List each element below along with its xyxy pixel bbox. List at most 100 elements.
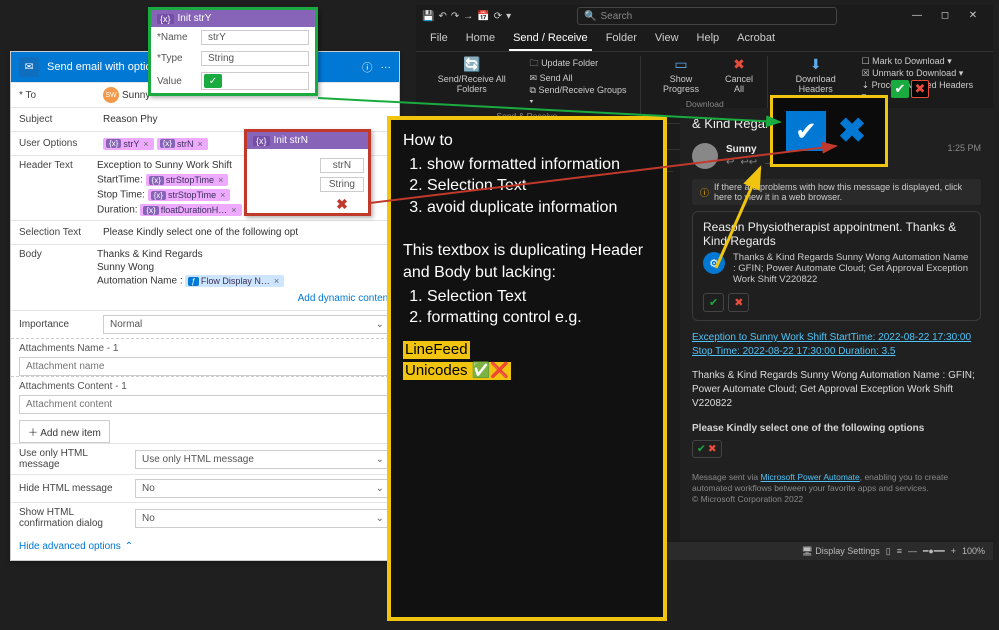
- view-normal-icon[interactable]: ▯: [886, 546, 891, 557]
- info-icon: ⓘ: [700, 186, 709, 199]
- quick-access-toolbar[interactable]: 💾 ↶ ↷ → 📅 ⟳ ▾: [422, 11, 511, 22]
- x-icon: ✖: [320, 196, 364, 213]
- header-text-label: Header Text: [19, 160, 97, 216]
- dropdown-icon[interactable]: ▾: [506, 11, 511, 22]
- tab-home[interactable]: Home: [462, 30, 499, 51]
- mpa-link[interactable]: Microsoft Power Automate: [761, 472, 860, 482]
- yesno-highlight-box: ✔ ✖: [770, 95, 888, 167]
- init-y-type[interactable]: String: [201, 51, 309, 66]
- chip-duration[interactable]: {x}floatDurationH…×: [140, 204, 241, 216]
- ribbon-tabs: File Home Send / Receive Folder View Hel…: [416, 27, 993, 52]
- maximize-button[interactable]: ◻: [931, 6, 959, 26]
- more-icon[interactable]: ···: [381, 61, 392, 73]
- unmark-to-download-button[interactable]: ☒ Unmark to Download ▾: [862, 68, 979, 79]
- init-stry-header[interactable]: {x}Init strY: [151, 10, 315, 27]
- selection-text-label: Selection Text: [19, 227, 97, 238]
- sender-avatar: [692, 143, 718, 169]
- tab-view[interactable]: View: [651, 30, 683, 51]
- replyall-icon[interactable]: ↩↩: [740, 156, 757, 169]
- close-button[interactable]: ✕: [959, 6, 987, 26]
- chip-stry[interactable]: {x}strY×: [103, 138, 154, 150]
- attachments-name-label: Attachments Name - 1: [19, 343, 391, 354]
- hide-advanced-link[interactable]: Hide advanced options ⌃: [11, 533, 399, 560]
- zoom-slider[interactable]: ━●━━: [923, 546, 945, 557]
- search-icon: 🔍: [584, 11, 596, 22]
- send-receive-groups-button[interactable]: ⧉ Send/Receive Groups ▾: [530, 85, 632, 107]
- checkmark-icon: ✓: [204, 74, 222, 88]
- chip-flowname[interactable]: ƒFlow Display N…×: [185, 275, 284, 287]
- small-check-icon: ✔: [891, 80, 909, 98]
- hide-html-select[interactable]: No: [135, 479, 391, 498]
- show-conf-select[interactable]: No: [135, 509, 391, 528]
- use-html-label: Use only HTML message: [19, 448, 129, 470]
- selection-prompt: Please Kindly select one of the followin…: [692, 423, 981, 434]
- mark-to-download-button[interactable]: ☐ Mark to Download ▾: [862, 56, 979, 67]
- init-strn-popup: {x}Init strN strN String ✖: [244, 129, 371, 216]
- chip-stoptime[interactable]: {x}strStopTime×: [148, 189, 231, 201]
- show-conf-label: Show HTML confirmation dialog: [19, 507, 129, 529]
- yesno-small-icons: ✔ ✖: [891, 80, 929, 98]
- outlook-titlebar: 💾 ↶ ↷ → 📅 ⟳ ▾ 🔍Search — ◻ ✕: [416, 5, 993, 27]
- refresh-icon[interactable]: ⟳: [494, 11, 502, 22]
- attachment-content-input[interactable]: [19, 395, 391, 414]
- subject-field[interactable]: Reason Phy: [103, 114, 391, 125]
- minimize-button[interactable]: —: [903, 6, 931, 26]
- body-field[interactable]: Thanks & Kind Regards Sunny Wong Automat…: [97, 249, 391, 287]
- approve-option[interactable]: ✔: [703, 293, 724, 312]
- download-icon: ⬇: [806, 56, 826, 74]
- small-x-icon: ✖: [911, 80, 929, 98]
- use-html-select[interactable]: Use only HTML message: [135, 450, 391, 469]
- tab-sendreceive[interactable]: Send / Receive: [509, 30, 592, 51]
- tab-acrobat[interactable]: Acrobat: [733, 30, 779, 51]
- info-bar[interactable]: ⓘIf there are problems with how this mes…: [692, 179, 981, 205]
- show-progress-button[interactable]: ▭Show Progress: [651, 56, 711, 95]
- attachment-name-input[interactable]: [19, 357, 391, 376]
- message-time: 1:25 PM: [947, 143, 981, 153]
- user-options-label: User Options: [19, 138, 97, 149]
- forward-icon[interactable]: →: [463, 11, 473, 22]
- init-y-value[interactable]: ✓: [201, 72, 309, 90]
- init-y-name[interactable]: strY: [201, 30, 309, 45]
- option-buttons[interactable]: ✔✖: [692, 440, 722, 458]
- option-yes[interactable]: ✔: [697, 443, 706, 455]
- calendar-icon[interactable]: 📅: [477, 11, 489, 22]
- header-link[interactable]: Exception to Sunny Work Shift StartTime:…: [692, 332, 971, 357]
- progress-icon: ▭: [671, 56, 691, 74]
- init-strn-header[interactable]: {x}Init strN: [247, 132, 368, 149]
- importance-select[interactable]: Normal: [103, 315, 391, 334]
- approval-card: Reason Physiotherapist appointment. Than…: [692, 211, 981, 321]
- display-settings-button[interactable]: 🖥 Display Settings: [801, 546, 879, 557]
- to-label: * To: [19, 90, 97, 101]
- view-reading-icon[interactable]: ≡: [897, 546, 902, 556]
- reply-icon[interactable]: ↩: [726, 156, 734, 169]
- undo-icon[interactable]: ↶: [438, 11, 446, 22]
- zoom-level: 100%: [962, 546, 985, 556]
- body-label: Body: [19, 249, 97, 287]
- init-n-name[interactable]: strN: [320, 158, 364, 173]
- option-no[interactable]: ✖: [708, 443, 717, 455]
- attachments-content-label: Attachments Content - 1: [19, 381, 391, 392]
- big-x-icon: ✖: [832, 111, 872, 151]
- info-icon[interactable]: ⓘ: [362, 60, 373, 75]
- reject-option[interactable]: ✖: [728, 293, 749, 312]
- send-receive-all-button[interactable]: 🔄Send/Receive All Folders: [422, 56, 522, 107]
- save-icon[interactable]: 💾: [422, 11, 434, 22]
- cancel-icon: ✖: [729, 56, 749, 74]
- chip-strn[interactable]: {x}strN×: [157, 138, 208, 150]
- tab-help[interactable]: Help: [693, 30, 724, 51]
- add-dynamic-content-link[interactable]: Add dynamic content: [11, 291, 399, 310]
- add-new-item-button[interactable]: ＋ Add new item: [19, 420, 110, 443]
- annotation-overlay: How to show formatted information Select…: [387, 116, 667, 621]
- redo-icon[interactable]: ↷: [451, 11, 459, 22]
- send-all-button[interactable]: ✉ Send All: [530, 73, 632, 84]
- unicodes-highlight: Unicodes ✅❌: [403, 362, 511, 380]
- cancel-all-button[interactable]: ✖Cancel All: [719, 56, 759, 95]
- update-folder-button[interactable]: 🗀 Update Folder: [530, 56, 632, 72]
- tab-folder[interactable]: Folder: [602, 30, 641, 51]
- chip-starttime[interactable]: {x}strStopTime×: [146, 174, 229, 186]
- tab-file[interactable]: File: [426, 30, 452, 51]
- footer-text: Message sent via Microsoft Power Automat…: [692, 472, 981, 505]
- outlook-search[interactable]: 🔍Search: [577, 7, 837, 25]
- selection-text-field[interactable]: Please Kindly select one of the followin…: [103, 227, 391, 238]
- init-n-type[interactable]: String: [320, 177, 364, 192]
